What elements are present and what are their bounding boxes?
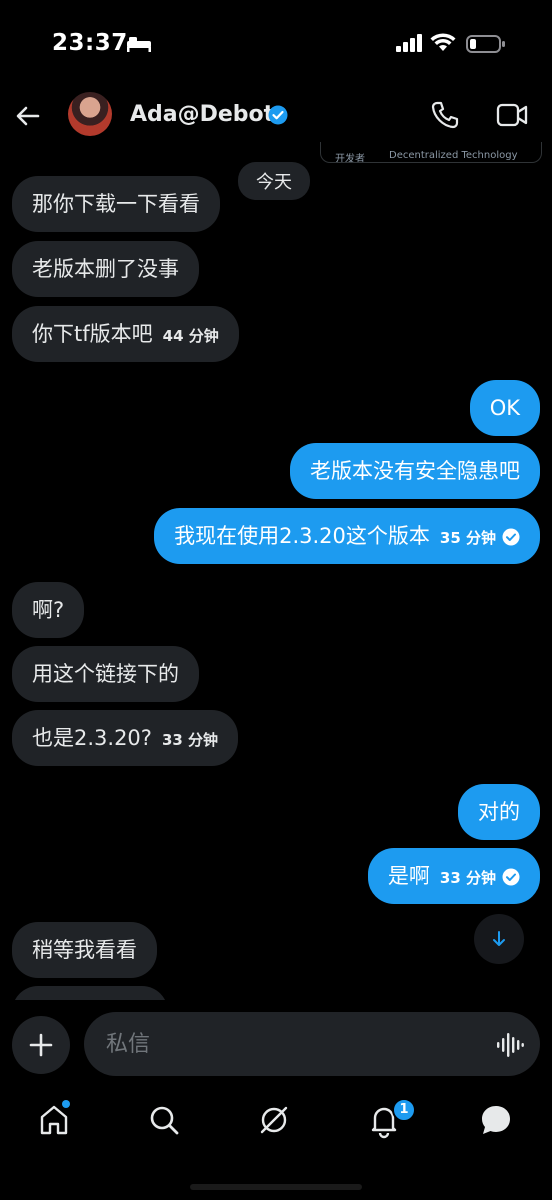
verified-badge-icon — [268, 105, 288, 125]
message-text: 啊? — [32, 598, 65, 622]
battery-icon — [466, 35, 505, 53]
message-incoming[interactable]: 老版本删了没事 — [12, 241, 199, 297]
notifications-badge: 1 — [392, 1098, 416, 1122]
message-incoming[interactable]: 稍等我看看 — [12, 922, 157, 978]
message-outgoing[interactable]: OK — [469, 380, 540, 436]
clock-time: 23:37 — [52, 30, 128, 56]
voice-message-icon[interactable] — [496, 1032, 524, 1058]
avatar[interactable] — [68, 92, 112, 136]
grok-icon[interactable] — [254, 1100, 294, 1140]
message-text: 是啊 — [387, 864, 430, 888]
contact-name[interactable]: Ada@Debot — [130, 102, 274, 127]
message-timestamp: 44 分钟 — [162, 327, 219, 345]
read-receipt-icon — [502, 528, 520, 546]
message-text: 我现在使用2.3.20这个版本 — [174, 524, 430, 548]
message-composer — [0, 1008, 552, 1088]
message-outgoing[interactable]: 我现在使用2.3.20这个版本 35 分钟 — [154, 508, 540, 564]
messages-icon[interactable] — [476, 1100, 516, 1140]
scroll-to-bottom-button[interactable] — [474, 914, 524, 964]
search-icon[interactable] — [144, 1100, 184, 1140]
message-incoming-partial[interactable] — [12, 986, 168, 1000]
message-outgoing[interactable]: 对的 — [458, 784, 540, 840]
wifi-icon — [430, 33, 456, 51]
message-text: 你下tf版本吧 — [32, 322, 153, 346]
message-timestamp: 33 分钟 — [161, 731, 219, 749]
message-incoming[interactable]: 你下tf版本吧 44 分钟 — [12, 306, 239, 362]
message-text: 对的 — [478, 800, 520, 824]
message-outgoing[interactable]: 是啊 33 分钟 — [367, 848, 540, 904]
sleep-mode-icon — [127, 37, 151, 52]
message-text: 稍等我看看 — [32, 938, 137, 962]
add-attachment-button[interactable] — [12, 1016, 70, 1074]
message-list[interactable]: 那你下载一下看看 今天 老版本删了没事 你下tf版本吧 44 分钟 OK 老版本没… — [0, 160, 552, 1000]
home-unread-dot — [62, 1100, 70, 1108]
message-input[interactable] — [84, 1012, 540, 1076]
home-indicator — [190, 1184, 362, 1190]
date-separator: 今天 — [238, 162, 310, 200]
read-receipt-icon — [502, 868, 520, 886]
back-arrow-icon[interactable] — [14, 102, 42, 130]
plus-icon — [29, 1033, 53, 1057]
message-incoming[interactable]: 也是2.3.20? 33 分钟 — [12, 710, 239, 766]
message-timestamp: 33 分钟 — [439, 869, 496, 887]
message-text: 也是2.3.20? — [32, 726, 152, 750]
conversation-header: Ada@Debot — [0, 90, 552, 146]
status-bar: 23:37 — [0, 0, 552, 90]
message-text: 老版本没有安全隐患吧 — [310, 459, 520, 483]
message-incoming[interactable]: 啊? — [12, 582, 85, 638]
message-text: OK — [489, 396, 520, 420]
phone-call-icon[interactable] — [430, 100, 460, 130]
message-timestamp: 35 分钟 — [439, 529, 496, 547]
message-incoming[interactable]: 用这个链接下的 — [12, 646, 199, 702]
video-call-icon[interactable] — [496, 102, 528, 128]
arrow-down-icon — [493, 931, 505, 946]
bottom-navigation: 1 — [0, 1090, 552, 1190]
cellular-signal-icon — [396, 34, 422, 52]
message-incoming[interactable]: 那你下载一下看看 — [12, 176, 220, 232]
message-text: 那你下载一下看看 — [32, 192, 200, 216]
message-text: 老版本删了没事 — [32, 257, 179, 281]
message-outgoing[interactable]: 老版本没有安全隐患吧 — [290, 443, 540, 499]
message-text: 用这个链接下的 — [32, 662, 179, 686]
